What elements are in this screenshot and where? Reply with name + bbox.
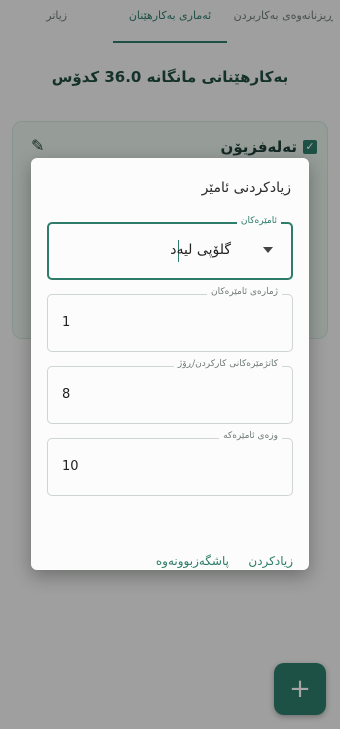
power-field-value: 10 <box>62 459 79 474</box>
device-select-value: گلۆپی لیەد <box>170 242 231 258</box>
quantity-field-value: 1 <box>62 315 71 330</box>
dialog-title: زیادکردنی ئامێر <box>201 180 291 196</box>
dropdown-arrow-icon[interactable] <box>263 247 273 253</box>
power-field-label: وزەی ئامێرەکە <box>219 431 282 441</box>
device-select[interactable]: ئامێرەکان گلۆپی لیەد <box>47 216 293 280</box>
hours-field-label: کاتژمێرەکانی کارکردن/ڕۆژ <box>173 359 282 369</box>
quantity-field[interactable]: ژمارەی ئامێرەکان 1 <box>47 287 293 352</box>
hours-per-day-field[interactable]: کاتژمێرەکانی کارکردن/ڕۆژ 8 <box>47 359 293 424</box>
power-field[interactable]: وزەی ئامێرەکە 10 <box>47 431 293 496</box>
add-device-dialog: زیادکردنی ئامێر ئامێرەکان گلۆپی لیەد ژما… <box>31 158 309 570</box>
hours-field-value: 8 <box>62 387 71 402</box>
quantity-field-label: ژمارەی ئامێرەکان <box>207 287 282 297</box>
add-button[interactable]: زیادکردن <box>248 554 293 568</box>
cancel-button[interactable]: پاشگەزبوونەوە <box>156 554 229 568</box>
device-select-label: ئامێرەکان <box>236 216 281 226</box>
